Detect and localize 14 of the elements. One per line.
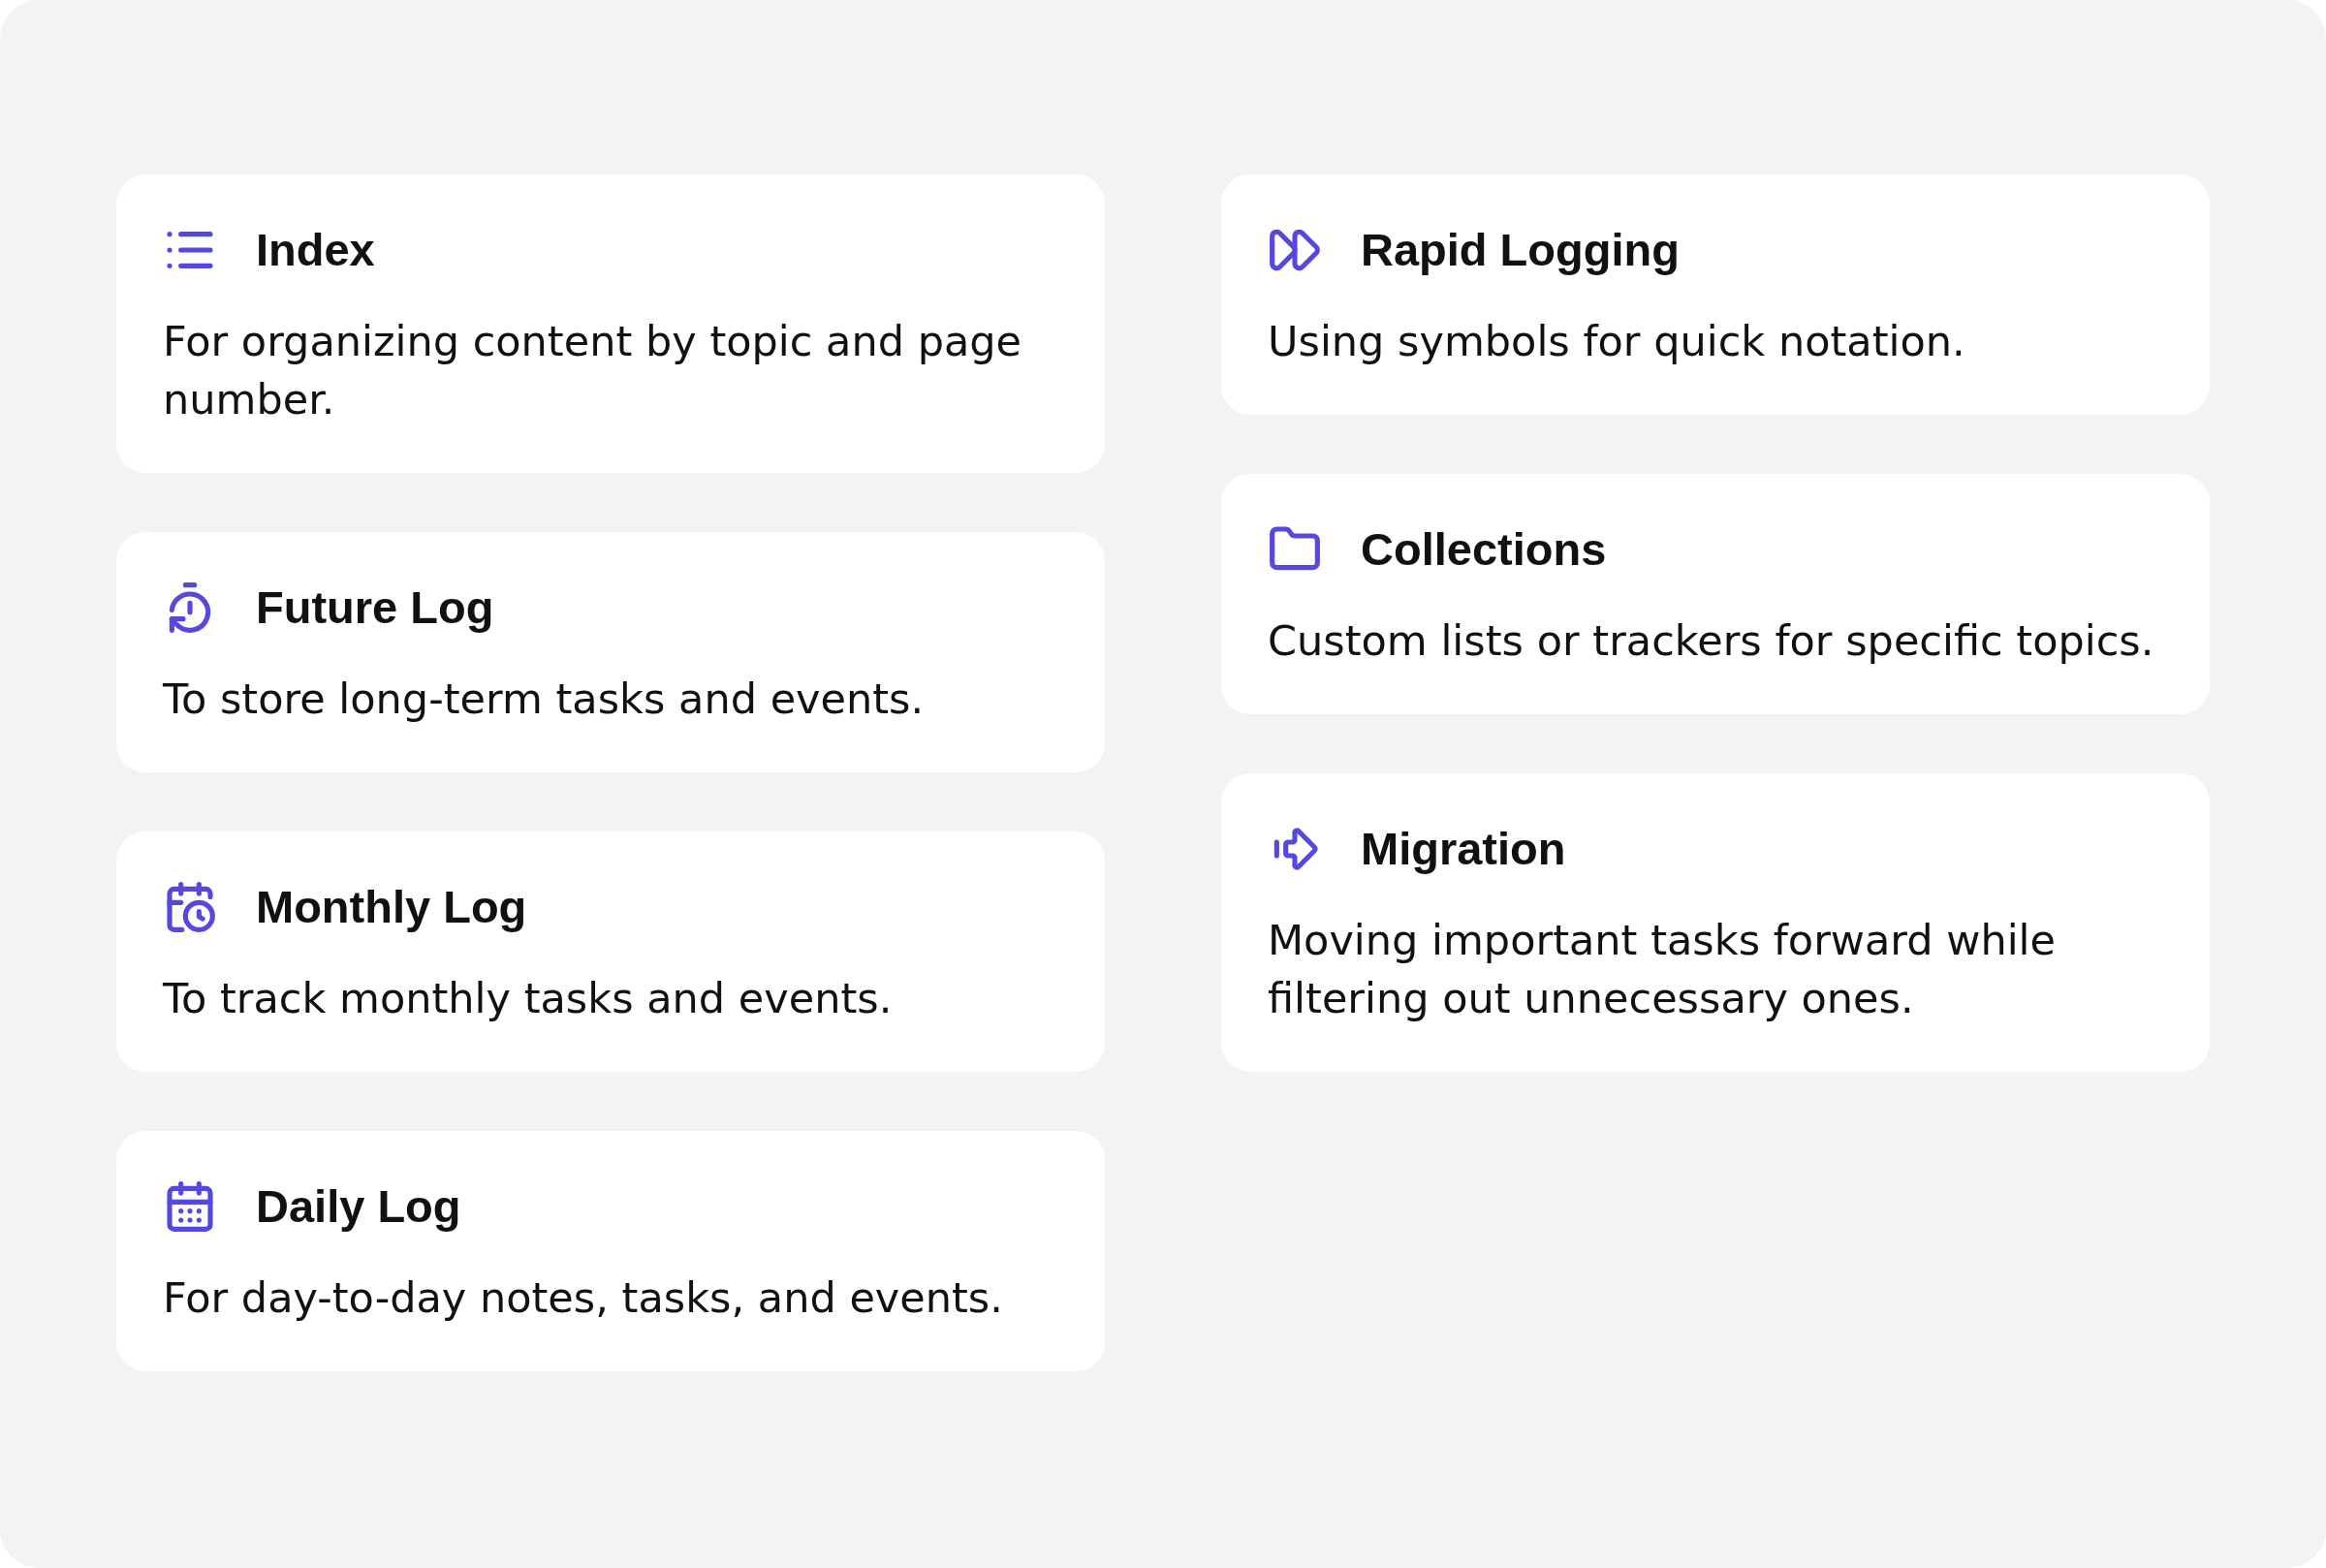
card-description: To store long-term tasks and events. [163, 674, 926, 725]
card-title: Index [256, 223, 375, 277]
card-title: Rapid Logging [1361, 223, 1680, 277]
card-description: Using symbols for quick notation. [1268, 316, 1966, 367]
card-title: Collections [1361, 522, 1607, 577]
card-title: Daily Log [256, 1179, 461, 1234]
card-title: Monthly Log [256, 880, 527, 934]
card-description: Custom lists or trackers for specific topics. [1268, 615, 2155, 667]
card-description: For organizing content by topic and page number. [163, 316, 1023, 425]
card-title: Migration [1361, 822, 1566, 876]
card-description: For day-to-day notes, tasks, and events. [163, 1272, 1004, 1324]
card-description: Moving important tasks forward while filtering out unnecessary ones. [1268, 915, 2057, 1024]
card-description: To track monthly tasks and events. [163, 973, 894, 1024]
card-title: Future Log [256, 580, 494, 635]
